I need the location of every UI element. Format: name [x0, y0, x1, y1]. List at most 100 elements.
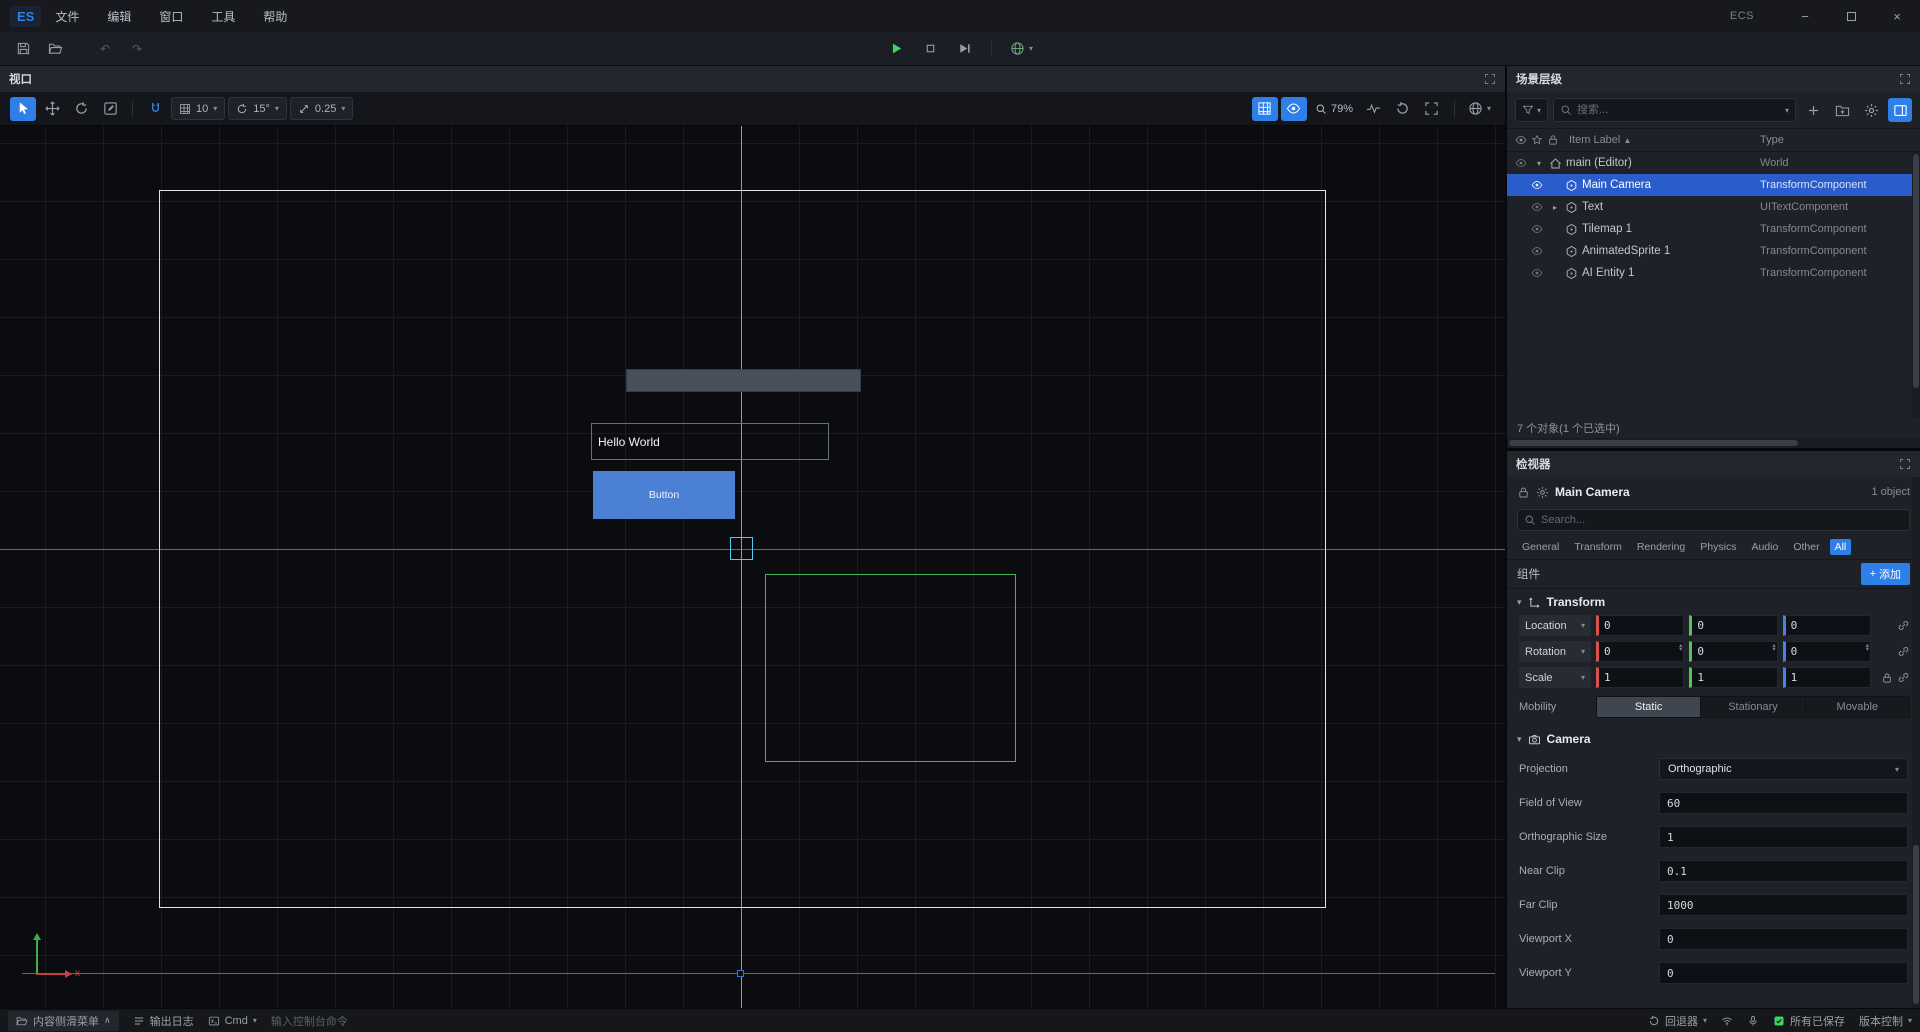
platform-dropdown[interactable]: ▾	[1006, 37, 1037, 61]
scale-y-field[interactable]	[1689, 667, 1777, 688]
filter-button[interactable]: ▾	[1515, 98, 1548, 122]
slider-entity[interactable]	[626, 369, 861, 392]
minimize-button[interactable]: −	[1782, 0, 1828, 32]
maximize-button[interactable]	[1828, 0, 1874, 32]
link-icon[interactable]	[1897, 619, 1910, 632]
ortho-size-field[interactable]	[1659, 826, 1908, 848]
undo-button[interactable]: ↶	[92, 37, 118, 61]
viewport-y-field[interactable]	[1659, 962, 1908, 984]
zoom-control[interactable]: 79%	[1310, 103, 1358, 115]
inspector-vertical-scrollbar[interactable]	[1912, 477, 1920, 1008]
grid-snap-dropdown[interactable]: 10 ▾	[171, 97, 225, 120]
guide-handle[interactable]	[737, 970, 744, 977]
new-folder-button[interactable]	[1830, 98, 1854, 122]
column-type[interactable]: Type	[1760, 134, 1784, 146]
location-dropdown[interactable]: Location▾	[1519, 615, 1591, 636]
scale-x-field[interactable]	[1596, 667, 1684, 688]
fullscreen-button[interactable]	[1419, 97, 1445, 121]
play-button[interactable]	[883, 37, 909, 61]
rotation-snap-dropdown[interactable]: 15° ▾	[228, 97, 287, 120]
hierarchy-row[interactable]: ▾ main (Editor) World	[1507, 152, 1920, 174]
world-dropdown[interactable]: ▾	[1464, 97, 1495, 121]
visibility-toggle[interactable]	[1529, 267, 1545, 279]
inspector-search-input[interactable]	[1541, 514, 1903, 526]
cmd-dropdown[interactable]: Cmd ▾	[208, 1015, 257, 1027]
rotation-x-field[interactable]	[1596, 641, 1684, 662]
rollback-dropdown[interactable]: 回退器 ▾	[1648, 1013, 1707, 1029]
link-icon[interactable]	[1897, 645, 1910, 658]
column-item-label[interactable]: Item Label ▲	[1569, 134, 1631, 146]
edit-tool-button[interactable]	[97, 97, 123, 121]
location-y-field[interactable]	[1689, 615, 1777, 636]
viewport-expand-button[interactable]	[1484, 73, 1496, 85]
eye-icon[interactable]	[1515, 134, 1527, 146]
hierarchy-horizontal-scrollbar[interactable]	[1507, 438, 1920, 448]
lock-icon[interactable]	[1881, 672, 1893, 684]
mobility-stationary[interactable]: Stationary	[1701, 697, 1805, 717]
panel-layout-button[interactable]	[1888, 98, 1912, 122]
hierarchy-settings-button[interactable]	[1859, 98, 1883, 122]
menu-edit[interactable]: 编辑	[93, 0, 145, 32]
spinner-icon[interactable]: ▴▾	[1772, 644, 1775, 652]
network-icon[interactable]	[1721, 1015, 1733, 1027]
spinner-icon[interactable]: ▴▾	[1679, 644, 1682, 652]
tab-general[interactable]: General	[1517, 539, 1564, 555]
grid-toggle-button[interactable]	[1252, 97, 1278, 121]
tab-audio[interactable]: Audio	[1746, 539, 1783, 555]
tab-transform[interactable]: Transform	[1569, 539, 1626, 555]
menu-help[interactable]: 帮助	[249, 0, 301, 32]
snap-toggle-button[interactable]	[142, 97, 168, 121]
viewport-canvas[interactable]: Hello World Button x	[0, 126, 1505, 1008]
mobility-static[interactable]: Static	[1597, 697, 1701, 717]
hierarchy-vertical-scrollbar[interactable]	[1912, 152, 1920, 418]
expand-caret[interactable]: ▸	[1549, 203, 1561, 212]
output-log-button[interactable]: 输出日志	[133, 1013, 194, 1029]
far-clip-field[interactable]	[1659, 894, 1908, 916]
console-input[interactable]: 输入控制台命令	[271, 1013, 348, 1029]
hierarchy-row[interactable]: AnimatedSprite 1 TransformComponent	[1507, 240, 1920, 262]
menu-file[interactable]: 文件	[41, 0, 93, 32]
visibility-options-button[interactable]	[1281, 97, 1307, 121]
scrollbar-thumb[interactable]	[1913, 845, 1919, 1004]
scale-dropdown[interactable]: Scale▾	[1519, 667, 1591, 688]
save-button[interactable]	[10, 37, 36, 61]
location-x-field[interactable]	[1596, 615, 1684, 636]
visibility-toggle[interactable]	[1529, 245, 1545, 257]
hierarchy-row[interactable]: Main Camera TransformComponent	[1507, 174, 1920, 196]
fov-field[interactable]	[1659, 792, 1908, 814]
lock-icon[interactable]	[1547, 134, 1559, 146]
menu-tools[interactable]: 工具	[197, 0, 249, 32]
save-status[interactable]: 所有已保存	[1773, 1013, 1845, 1029]
scrollbar-thumb[interactable]	[1913, 154, 1919, 388]
hierarchy-search[interactable]: ▾	[1553, 98, 1796, 122]
region-entity[interactable]	[765, 574, 1016, 762]
visibility-toggle[interactable]	[1513, 157, 1529, 169]
stats-button[interactable]	[1361, 97, 1387, 121]
gear-icon[interactable]	[1536, 486, 1549, 499]
camera-section-header[interactable]: ▾ Camera	[1507, 726, 1920, 752]
content-drawer-button[interactable]: 内容侧滑菜单 ∧	[8, 1011, 119, 1031]
mic-icon[interactable]	[1747, 1015, 1759, 1027]
rotation-dropdown[interactable]: Rotation▾	[1519, 641, 1591, 662]
tab-all[interactable]: All	[1830, 539, 1852, 555]
step-button[interactable]	[951, 37, 977, 61]
mobility-movable[interactable]: Movable	[1806, 697, 1909, 717]
viewport-x-field[interactable]	[1659, 928, 1908, 950]
near-clip-field[interactable]	[1659, 860, 1908, 882]
tab-rendering[interactable]: Rendering	[1632, 539, 1690, 555]
add-component-button[interactable]: +添加	[1861, 563, 1910, 585]
tab-physics[interactable]: Physics	[1695, 539, 1741, 555]
refresh-button[interactable]	[1390, 97, 1416, 121]
hierarchy-expand-button[interactable]	[1899, 73, 1911, 85]
visibility-toggle[interactable]	[1529, 201, 1545, 213]
spinner-icon[interactable]: ▴▾	[1866, 644, 1869, 652]
text-entity[interactable]: Hello World	[591, 423, 829, 460]
rotation-z-field[interactable]	[1783, 641, 1871, 662]
visibility-toggle[interactable]	[1529, 223, 1545, 235]
scale-z-field[interactable]	[1783, 667, 1871, 688]
rotation-y-field[interactable]	[1689, 641, 1777, 662]
inspector-search[interactable]	[1517, 509, 1910, 531]
redo-button[interactable]: ↷	[124, 37, 150, 61]
visibility-toggle[interactable]	[1529, 179, 1545, 191]
hierarchy-row[interactable]: AI Entity 1 TransformComponent	[1507, 262, 1920, 284]
